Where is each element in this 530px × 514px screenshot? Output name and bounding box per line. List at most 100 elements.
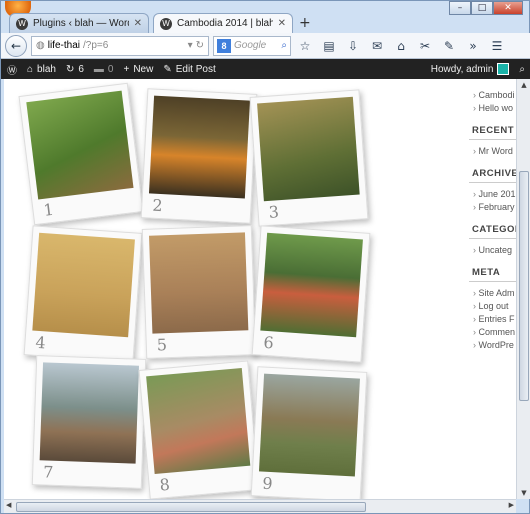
sidebar-link[interactable]: Cambodi (469, 89, 516, 102)
polaroid-photo[interactable]: 4 (23, 225, 143, 363)
new-label: New (133, 63, 154, 75)
wp-admin-bar: Ⓦ ⌂ blah ↻ 6 ▬ 0 + New ✎ Edit Post Howdy… (1, 59, 530, 79)
polaroid-photo[interactable]: 5 (141, 225, 257, 359)
mail-icon[interactable]: ✉ (367, 36, 387, 56)
sidebar-link[interactable]: June 201 (469, 188, 516, 201)
back-button[interactable]: ← (5, 34, 27, 57)
dropdown-arrow-icon[interactable]: ▾ (188, 40, 193, 51)
tools-icon[interactable]: ✂ (415, 36, 435, 56)
photo-number: 6 (262, 332, 275, 353)
horizontal-scrollbar[interactable]: ◀ ▶ (4, 499, 516, 513)
search-icon[interactable]: ⌕ (281, 40, 287, 51)
polaroid-photo[interactable]: 6 (251, 225, 371, 363)
updates-count: 6 (78, 63, 84, 75)
site-name: blah (37, 63, 56, 75)
sidebar-link[interactable]: Mr Word (469, 145, 516, 158)
site-name-link[interactable]: ⌂ blah (27, 64, 56, 75)
sidebar-link[interactable]: Commen (469, 326, 516, 339)
more-icon[interactable]: » (463, 36, 483, 56)
photo-number: 1 (42, 199, 55, 220)
home-icon: ⌂ (27, 63, 34, 75)
globe-icon: ◍ (36, 40, 45, 51)
photo-girl-sitting (148, 95, 250, 199)
photo-number: 2 (151, 195, 164, 216)
scroll-down-arrow-icon[interactable]: ▼ (519, 489, 529, 497)
photo-rice-fields (26, 90, 134, 200)
search-engine-icon[interactable]: 8 (217, 38, 231, 53)
search-icon[interactable]: ⌕ (519, 64, 525, 75)
pencil-icon[interactable]: ✎ (439, 36, 459, 56)
sidebar-link[interactable]: WordPre (469, 339, 516, 352)
clipboard-icon[interactable]: ▤ (319, 36, 339, 56)
comments-link[interactable]: ▬ 0 (94, 64, 114, 75)
navigation-bar: ← ◍ life-thai /?p=6 ▾ ↻ 8 Google ⌕ ☆ ▤ ⇩… (1, 33, 530, 59)
minimize-button[interactable]: – (449, 1, 471, 15)
new-content-link[interactable]: + New (123, 64, 153, 75)
photo-number: 3 (268, 202, 280, 222)
scroll-left-arrow-icon[interactable]: ◀ (6, 501, 11, 509)
wordpress-logo-icon[interactable]: Ⓦ (7, 62, 17, 77)
vertical-scrollbar[interactable]: ▲ ▼ (516, 79, 530, 499)
url-bar[interactable]: ◍ life-thai /?p=6 ▾ ↻ (31, 35, 209, 56)
updates-link[interactable]: ↻ 6 (66, 64, 84, 75)
horizontal-scroll-thumb[interactable] (16, 502, 366, 512)
tab-plugins[interactable]: W Plugins ‹ blah — WordPress ✕ (9, 13, 149, 33)
tab-cambodia[interactable]: W Cambodia 2014 | blah ✕ (153, 13, 293, 33)
account-menu[interactable]: Howdy, admin (431, 63, 510, 75)
url-path: /?p=6 (82, 40, 109, 51)
sidebar-link[interactable]: February (469, 201, 516, 214)
page-content: 1 2 3 4 5 6 7 8 9 › Cambodi › Hello wo R… (4, 79, 516, 499)
maximize-button[interactable]: □ (471, 1, 493, 15)
new-tab-button[interactable]: + (299, 15, 311, 33)
pencil-icon: ✎ (163, 63, 172, 75)
close-tab-icon[interactable]: ✕ (134, 18, 142, 29)
wordpress-icon: W (160, 17, 172, 30)
polaroid-photo[interactable]: 7 (31, 355, 147, 489)
photo-girl-with-pig (149, 232, 249, 334)
browser-window: – □ ✕ W Plugins ‹ blah — WordPress ✕ W C… (0, 0, 530, 514)
plus-icon: + (123, 63, 130, 75)
polaroid-photo[interactable]: 3 (249, 89, 369, 227)
polaroid-photo[interactable]: 9 (250, 366, 368, 499)
recent-heading: RECENT C (469, 115, 516, 140)
sidebar-link[interactable]: Hello wo (469, 102, 516, 115)
close-tab-icon[interactable]: ✕ (278, 18, 286, 29)
updates-icon: ↻ (65, 63, 75, 75)
polaroid-photo[interactable]: 8 (138, 360, 260, 499)
photo-town-aerial (146, 368, 251, 475)
photo-lake-village (39, 362, 139, 464)
star-icon[interactable]: ☆ (295, 36, 315, 56)
photo-number: 8 (158, 474, 171, 495)
search-bar[interactable]: 8 Google ⌕ (213, 35, 291, 56)
scroll-right-arrow-icon[interactable]: ▶ (509, 501, 514, 509)
comments-count: 0 (107, 63, 114, 75)
archives-heading: ARCHIVES (469, 158, 516, 183)
sidebar: Cambodi Hello wo RECENT C Mr Word ARCHIV… (469, 79, 516, 499)
howdy-text: Howdy, admin (430, 63, 494, 75)
vertical-scroll-thumb[interactable] (519, 171, 529, 401)
close-window-button[interactable]: ✕ (493, 1, 523, 15)
photo-number: 5 (156, 335, 168, 355)
wordpress-icon: W (16, 17, 28, 30)
tab-title: Plugins ‹ blah — WordPress (33, 18, 129, 29)
photo-number: 7 (42, 462, 54, 482)
sidebar-link[interactable]: Log out (469, 300, 516, 313)
photo-flooded-plain (32, 232, 135, 338)
polaroid-photo[interactable]: 2 (140, 88, 258, 224)
window-controls: – □ ✕ (449, 1, 523, 15)
scroll-up-arrow-icon[interactable]: ▲ (519, 81, 529, 89)
home-icon[interactable]: ⌂ (391, 36, 411, 56)
search-placeholder: Google (234, 40, 267, 51)
sidebar-link[interactable]: Entries F (469, 313, 516, 326)
reload-icon[interactable]: ↻ (196, 40, 204, 51)
photo-temple-village (260, 232, 363, 338)
sidebar-link[interactable]: Uncateg (469, 244, 516, 257)
sidebar-link[interactable]: Site Adm (469, 287, 516, 300)
polaroid-gallery: 1 2 3 4 5 6 7 8 9 (4, 79, 394, 499)
polaroid-photo[interactable]: 1 (18, 82, 144, 226)
download-icon[interactable]: ⇩ (343, 36, 363, 56)
menu-icon[interactable]: ☰ (487, 36, 507, 56)
photo-palm-fields (257, 96, 360, 202)
edit-post-link[interactable]: ✎ Edit Post (163, 64, 215, 75)
url-host: life-thai (47, 40, 80, 51)
